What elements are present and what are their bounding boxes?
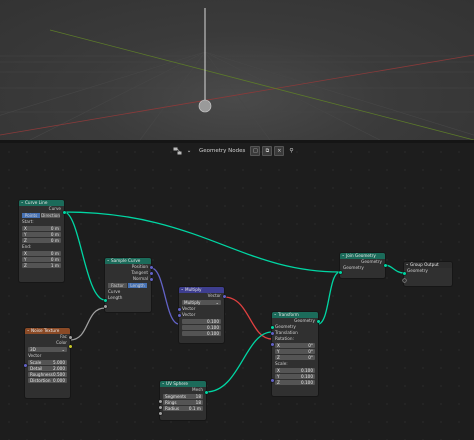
geometry-input-label: Geometry bbox=[343, 265, 364, 270]
multiply-x-field[interactable]: 0.100 bbox=[182, 319, 221, 324]
segments-input-socket[interactable] bbox=[158, 400, 162, 403]
chevron-down-icon[interactable]: ⌄ bbox=[184, 146, 194, 155]
vector-multiply-node[interactable]: Multiply Vector Multiply⌄ Vector Vector … bbox=[177, 286, 226, 343]
scale-input-socket[interactable] bbox=[270, 379, 274, 382]
new-tree-icon[interactable]: □ bbox=[250, 145, 261, 156]
y-axis-line bbox=[49, 29, 474, 140]
geometry-output-socket[interactable] bbox=[316, 319, 320, 323]
vector-output-label: Vector bbox=[207, 293, 221, 298]
scale-field[interactable]: Scale 5.000 bbox=[28, 360, 67, 365]
detail-field[interactable]: Detail 2.000 bbox=[28, 366, 67, 371]
distortion-field[interactable]: Distortion 0.000 bbox=[28, 378, 67, 383]
node-editor[interactable] bbox=[0, 143, 474, 440]
mode-points-button[interactable]: Points bbox=[22, 213, 42, 218]
geometry-input-socket[interactable] bbox=[402, 271, 406, 275]
multiply-y-field[interactable]: 0.100 bbox=[182, 325, 221, 330]
end-x-field[interactable]: X0 m bbox=[22, 251, 61, 256]
pin-icon[interactable]: ⚲ bbox=[286, 146, 296, 155]
sample-mode: Factor Length bbox=[108, 283, 148, 288]
noise-texture-node[interactable]: Noise Texture Fac Color 3D⌄ Vector Scale… bbox=[23, 327, 72, 398]
x-axis-line bbox=[0, 54, 474, 136]
uv-sphere-node[interactable]: UV Sphere Mesh Segments18 Rings18 Radius… bbox=[158, 380, 208, 420]
vector-b-input-label: Vector bbox=[182, 312, 196, 317]
node-editor-header: ⌄ Geometry Nodes □ ⧉ × ⚲ bbox=[172, 145, 296, 156]
end-y-field[interactable]: Y0 m bbox=[22, 257, 61, 262]
length-input-label: Length bbox=[108, 295, 123, 300]
segments-field[interactable]: Segments 18 bbox=[163, 394, 203, 399]
mesh-output-socket[interactable] bbox=[204, 390, 208, 394]
scale-y-field[interactable]: Y 0.100 bbox=[275, 374, 315, 379]
geometry-input-socket[interactable] bbox=[270, 325, 274, 329]
operation-dropdown[interactable]: Multiply ⌄ bbox=[182, 300, 221, 305]
normal-output-socket[interactable] bbox=[149, 277, 153, 281]
rings-input-socket[interactable] bbox=[158, 406, 162, 409]
scale-z-field[interactable]: Z 0.100 bbox=[275, 380, 315, 385]
close-icon[interactable]: × bbox=[274, 145, 285, 156]
node-editor-icon[interactable] bbox=[172, 146, 182, 155]
join-geometry-node[interactable]: Join Geometry Geometry Geometry bbox=[338, 252, 387, 278]
end-label: End: bbox=[22, 244, 32, 249]
mode-length-button[interactable]: Length bbox=[128, 283, 148, 288]
mode-direction-button[interactable]: Direction bbox=[41, 213, 61, 218]
vector-a-input-socket[interactable] bbox=[177, 307, 181, 311]
rotation-label: Rotation: bbox=[275, 336, 294, 341]
rotation-x-field[interactable]: X 0° bbox=[275, 343, 315, 348]
uv-sphere-object bbox=[198, 99, 212, 113]
mesh-output-label: Mesh bbox=[191, 387, 203, 392]
rings-field[interactable]: Rings 18 bbox=[163, 400, 203, 405]
radius-input-socket[interactable] bbox=[158, 412, 162, 415]
curve-output-socket[interactable] bbox=[62, 210, 66, 214]
rotation-input-socket[interactable] bbox=[270, 343, 274, 346]
sample-curve-node[interactable]: Sample Curve Position Tangent Normal Fac… bbox=[103, 257, 153, 312]
position-output-socket[interactable] bbox=[149, 265, 153, 269]
duplicate-icon[interactable]: ⧉ bbox=[262, 145, 273, 156]
tangent-output-socket[interactable] bbox=[149, 271, 153, 275]
vector-input-socket[interactable] bbox=[23, 364, 27, 367]
color-output-label: Color bbox=[56, 340, 67, 345]
roughness-field[interactable]: Roughness 0.500 bbox=[28, 372, 67, 377]
start-x-field[interactable]: X0 m bbox=[22, 226, 61, 231]
rotation-z-field[interactable]: Z 0° bbox=[275, 355, 315, 360]
length-input-socket[interactable] bbox=[103, 304, 107, 308]
end-z-field[interactable]: Z1 m bbox=[22, 263, 61, 268]
transform-node[interactable]: Transform Geometry Geometry Translation … bbox=[270, 311, 320, 396]
translation-input-socket[interactable] bbox=[270, 331, 274, 335]
vector-input-label: Vector bbox=[28, 353, 42, 358]
viewport-grid bbox=[0, 8, 474, 140]
rotation-y-field[interactable]: Y 0° bbox=[275, 349, 315, 354]
vector-b-input-socket[interactable] bbox=[177, 313, 181, 317]
node-tree-name[interactable]: Geometry Nodes bbox=[196, 148, 248, 154]
dimension-dropdown[interactable]: 3D ⌄ bbox=[28, 347, 67, 352]
start-z-field[interactable]: Z0 m bbox=[22, 238, 61, 243]
mode-factor-button[interactable]: Factor bbox=[108, 283, 128, 288]
3d-viewport[interactable] bbox=[0, 0, 474, 140]
group-output-node[interactable]: Group Output Geometry bbox=[402, 261, 452, 286]
fac-output-socket[interactable] bbox=[68, 335, 72, 339]
empty-input-socket[interactable] bbox=[402, 278, 406, 282]
vector-output-socket[interactable] bbox=[222, 294, 226, 298]
color-output-socket[interactable] bbox=[68, 345, 72, 348]
curve-output-label: Curve bbox=[48, 206, 61, 211]
geometry-input-label: Geometry bbox=[407, 268, 428, 273]
scale-label: Scale: bbox=[275, 361, 288, 366]
radius-field[interactable]: Radius 0.1 m bbox=[163, 406, 203, 411]
normal-output-label: Normal bbox=[132, 276, 148, 281]
start-label: Start: bbox=[22, 219, 34, 224]
geometry-input-socket[interactable] bbox=[338, 270, 342, 274]
scale-x-field[interactable]: X 0.100 bbox=[275, 368, 315, 373]
multiply-z-field[interactable]: 0.100 bbox=[182, 331, 221, 336]
curve-line-node[interactable]: Curve Line Curve Points Direction Start:… bbox=[19, 199, 66, 282]
start-y-field[interactable]: Y0 m bbox=[22, 232, 61, 237]
curve-line-mode: Points Direction bbox=[22, 213, 61, 218]
